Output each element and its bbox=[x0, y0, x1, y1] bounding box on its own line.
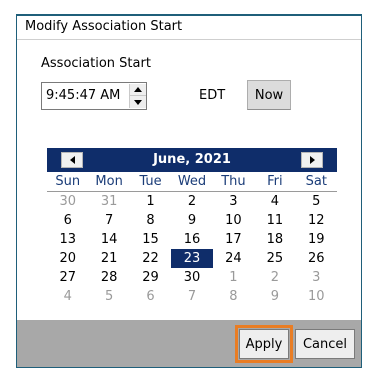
weekday-label: Sat bbox=[295, 172, 337, 192]
calendar-day[interactable]: 16 bbox=[171, 230, 212, 249]
calendar-day[interactable]: 21 bbox=[88, 249, 129, 268]
weekday-label: Mon bbox=[88, 172, 130, 192]
calendar-day[interactable]: 14 bbox=[88, 230, 129, 249]
calendar-day[interactable]: 3 bbox=[296, 268, 337, 287]
triangle-right-icon bbox=[309, 156, 315, 164]
spin-up-button[interactable] bbox=[130, 84, 146, 96]
calendar-header: June, 2021 bbox=[47, 148, 337, 172]
calendar-day[interactable]: 7 bbox=[88, 211, 129, 230]
calendar-day[interactable]: 10 bbox=[296, 287, 337, 306]
calendar-day[interactable]: 10 bbox=[213, 211, 254, 230]
calendar-day[interactable]: 6 bbox=[130, 287, 171, 306]
next-month-button[interactable] bbox=[301, 152, 323, 168]
calendar-day[interactable]: 11 bbox=[254, 211, 295, 230]
calendar-day[interactable]: 29 bbox=[130, 268, 171, 287]
weekday-label: Sun bbox=[47, 172, 89, 192]
calendar-day[interactable]: 19 bbox=[296, 230, 337, 249]
calendar-day[interactable]: 26 bbox=[296, 249, 337, 268]
calendar-day[interactable]: 27 bbox=[47, 268, 88, 287]
weekday-label: Wed bbox=[171, 172, 213, 192]
calendar-day[interactable]: 1 bbox=[213, 268, 254, 287]
calendar-day[interactable]: 18 bbox=[254, 230, 295, 249]
calendar-day[interactable]: 6 bbox=[47, 211, 88, 230]
calendar-day[interactable]: 8 bbox=[130, 211, 171, 230]
calendar-day[interactable]: 24 bbox=[213, 249, 254, 268]
calendar-day[interactable]: 17 bbox=[213, 230, 254, 249]
calendar: June, 2021 Sun Mon Tue Wed Thu Fri Sat 3… bbox=[47, 148, 337, 306]
association-start-label: Association Start bbox=[41, 56, 151, 71]
calendar-day[interactable]: 5 bbox=[88, 287, 129, 306]
calendar-day[interactable]: 5 bbox=[296, 192, 337, 211]
now-button[interactable]: Now bbox=[247, 80, 291, 110]
dialog-title: Modify Association Start bbox=[17, 16, 361, 40]
calendar-day[interactable]: 12 bbox=[296, 211, 337, 230]
calendar-day[interactable]: 2 bbox=[171, 192, 212, 211]
calendar-day[interactable]: 3 bbox=[213, 192, 254, 211]
calendar-day[interactable]: 4 bbox=[47, 287, 88, 306]
spin-down-button[interactable] bbox=[130, 96, 146, 108]
prev-month-button[interactable] bbox=[61, 152, 83, 168]
calendar-day-selected[interactable]: 23 bbox=[171, 249, 213, 268]
modify-association-dialog: Modify Association Start Association Sta… bbox=[16, 14, 362, 368]
triangle-left-icon bbox=[69, 156, 75, 164]
calendar-day[interactable]: 20 bbox=[47, 249, 88, 268]
timezone-label: EDT bbox=[199, 88, 226, 103]
dialog-footer: Apply Cancel bbox=[17, 320, 361, 367]
calendar-day[interactable]: 8 bbox=[213, 287, 254, 306]
weekday-label: Tue bbox=[129, 172, 172, 192]
calendar-day[interactable]: 28 bbox=[88, 268, 129, 287]
calendar-grid: Sun Mon Tue Wed Thu Fri Sat 30 31 1 2 3 … bbox=[47, 172, 337, 306]
apply-button[interactable]: Apply bbox=[239, 329, 289, 359]
calendar-day[interactable]: 25 bbox=[254, 249, 295, 268]
month-label: June, 2021 bbox=[153, 152, 231, 167]
cancel-button[interactable]: Cancel bbox=[295, 329, 355, 359]
triangle-up-icon bbox=[134, 87, 142, 92]
calendar-day[interactable]: 4 bbox=[254, 192, 295, 211]
calendar-day[interactable]: 31 bbox=[88, 192, 129, 211]
calendar-day[interactable]: 1 bbox=[130, 192, 171, 211]
triangle-down-icon bbox=[134, 99, 142, 105]
calendar-day[interactable]: 7 bbox=[171, 287, 212, 306]
weekday-label: Thu bbox=[212, 172, 255, 192]
calendar-day[interactable]: 22 bbox=[130, 249, 171, 268]
calendar-day[interactable]: 2 bbox=[254, 268, 295, 287]
calendar-day[interactable]: 30 bbox=[47, 192, 88, 211]
calendar-day[interactable]: 30 bbox=[171, 268, 212, 287]
weekday-label: Fri bbox=[254, 172, 296, 192]
calendar-day[interactable]: 9 bbox=[171, 211, 212, 230]
calendar-day[interactable]: 9 bbox=[254, 287, 295, 306]
time-spinner bbox=[129, 84, 146, 108]
calendar-day[interactable]: 13 bbox=[47, 230, 88, 249]
calendar-day[interactable]: 15 bbox=[130, 230, 171, 249]
